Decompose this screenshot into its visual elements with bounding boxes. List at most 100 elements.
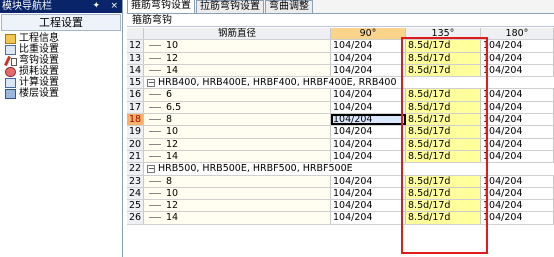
diameter-cell[interactable]: 14 xyxy=(144,212,331,224)
hook-135-cell[interactable]: 8.5d/17d xyxy=(406,200,481,212)
table-row[interactable]: 17 6.5 104/204 8.5d/17d 104/204 xyxy=(127,101,554,115)
hook-90-cell[interactable]: 104/204 xyxy=(331,187,406,200)
hook-135-cell[interactable]: 8.5d/17d xyxy=(406,52,481,64)
nav-item-loss-settings[interactable]: 损耗设置 xyxy=(5,66,122,77)
row-number-cell[interactable]: 16 xyxy=(127,89,144,101)
row-number-cell[interactable]: 17 xyxy=(127,101,144,114)
diameter-cell[interactable]: 6 xyxy=(144,89,331,101)
hook-180-cell[interactable]: 104/204 xyxy=(481,40,554,52)
row-number-cell[interactable]: 22 xyxy=(127,163,144,175)
table-row[interactable]: 13 12 104/204 8.5d/17d 104/204 xyxy=(127,52,554,65)
tab-tie-hook[interactable]: 拉筋弯钩设置 xyxy=(196,0,264,13)
group-cell[interactable]: − HRB400, HRB400E, HRBF400, HRBF400E, RRB… xyxy=(144,77,554,89)
table-row[interactable]: 12 10 104/204 8.5d/17d 104/204 xyxy=(127,40,554,53)
hook-90-cell[interactable]: 104/204 xyxy=(331,126,406,138)
row-number-cell[interactable]: 18 xyxy=(127,114,144,126)
hook-135-cell[interactable]: 8.5d/17d xyxy=(406,150,481,163)
hook-90-cell[interactable]: 104/204 xyxy=(331,200,406,212)
hook-135-cell[interactable]: 8.5d/17d xyxy=(406,114,481,126)
diameter-cell[interactable]: 14 xyxy=(144,64,331,77)
hook-90-cell[interactable]: 104/204 xyxy=(331,138,406,150)
table-group-row[interactable]: 15− HRB400, HRB400E, HRBF400, HRBF400E, R… xyxy=(127,77,554,90)
hook-135-cell[interactable]: 8.5d/17d xyxy=(406,101,481,114)
header-diameter[interactable]: 钢筋直径 xyxy=(144,28,331,40)
table-row[interactable]: 16 6 104/204 8.5d/17d 104/204 xyxy=(127,89,554,102)
hook-180-cell[interactable]: 104/204 xyxy=(481,101,554,114)
hook-90-cell[interactable]: 104/204 xyxy=(331,175,406,187)
table-group-row[interactable]: 22− HRB500, HRB500E, HRBF500, HRBF500E xyxy=(127,163,554,176)
close-icon[interactable]: × xyxy=(110,0,118,13)
hook-135-cell[interactable]: 8.5d/17d xyxy=(406,40,481,52)
diameter-cell[interactable]: 12 xyxy=(144,52,331,64)
hook-180-cell[interactable]: 104/204 xyxy=(481,187,554,200)
row-number-cell[interactable]: 23 xyxy=(127,175,144,187)
hook-180-cell[interactable]: 104/204 xyxy=(481,64,554,77)
table-row[interactable]: 23 8 104/204 8.5d/17d 104/204 xyxy=(127,175,554,188)
header-180-degree[interactable]: 180° xyxy=(481,28,554,40)
diameter-cell[interactable]: 12 xyxy=(144,138,331,150)
hook-180-cell[interactable]: 104/204 xyxy=(481,150,554,163)
table-row[interactable]: 14 14 104/204 8.5d/17d 104/204 xyxy=(127,64,554,78)
table-row[interactable]: 20 12 104/204 8.5d/17d 104/204 xyxy=(127,138,554,151)
diameter-cell[interactable]: 10 xyxy=(144,40,331,52)
row-number-cell[interactable]: 26 xyxy=(127,212,144,224)
hook-90-cell[interactable]: 104/204 xyxy=(331,89,406,101)
table-row[interactable]: 24 10 104/204 8.5d/17d 104/204 xyxy=(127,187,554,201)
header-90-degree[interactable]: 90° xyxy=(331,28,406,40)
row-number-cell[interactable]: 19 xyxy=(127,126,144,138)
hook-135-cell[interactable]: 8.5d/17d xyxy=(406,212,481,224)
tab-bend-adjust[interactable]: 弯曲调整 xyxy=(265,0,313,13)
hook-180-cell[interactable]: 104/204 xyxy=(481,114,554,126)
diameter-cell[interactable]: 14 xyxy=(144,150,331,163)
hook-180-cell[interactable]: 104/204 xyxy=(481,126,554,138)
hook-135-cell[interactable]: 8.5d/17d xyxy=(406,89,481,101)
row-number-cell[interactable]: 24 xyxy=(127,187,144,200)
pin-icon[interactable]: ✦ xyxy=(92,0,100,13)
hook-180-cell[interactable]: 104/204 xyxy=(481,200,554,212)
diameter-cell[interactable]: 10 xyxy=(144,187,331,200)
table-row[interactable]: 18 8 104/204 8.5d/17d 104/204 xyxy=(127,114,554,127)
group-cell[interactable]: − HRB500, HRB500E, HRBF500, HRBF500E xyxy=(144,163,554,175)
diameter-cell[interactable]: 12 xyxy=(144,200,331,212)
row-number-cell[interactable]: 20 xyxy=(127,138,144,150)
table-row[interactable]: 26 14 104/204 8.5d/17d 104/204 xyxy=(127,212,554,225)
hook-180-cell[interactable]: 104/204 xyxy=(481,89,554,101)
hook-135-cell[interactable]: 8.5d/17d xyxy=(406,187,481,200)
nav-item-floor-settings[interactable]: 楼层设置 xyxy=(5,88,122,99)
table-row[interactable]: 19 10 104/204 8.5d/17d 104/204 xyxy=(127,126,554,139)
row-number-cell[interactable]: 14 xyxy=(127,64,144,77)
row-number-cell[interactable]: 12 xyxy=(127,40,144,52)
nav-item-hook-settings[interactable]: 弯钩设置 xyxy=(5,55,122,66)
hook-90-cell[interactable]: 104/204 xyxy=(331,114,406,126)
hook-135-cell[interactable]: 8.5d/17d xyxy=(406,64,481,77)
nav-section-header[interactable]: 工程设置 xyxy=(1,14,121,31)
hook-135-cell[interactable]: 8.5d/17d xyxy=(406,126,481,138)
hook-180-cell[interactable]: 104/204 xyxy=(481,52,554,64)
hook-180-cell[interactable]: 104/204 xyxy=(481,138,554,150)
hook-180-cell[interactable]: 104/204 xyxy=(481,175,554,187)
diameter-cell[interactable]: 8 xyxy=(144,175,331,187)
nav-item-calc-settings[interactable]: 计算设置 xyxy=(5,77,122,88)
header-135-degree[interactable]: 135° xyxy=(406,28,481,40)
hook-90-cell[interactable]: 104/204 xyxy=(331,101,406,114)
hook-90-cell[interactable]: 104/204 xyxy=(331,150,406,163)
row-number-cell[interactable]: 15 xyxy=(127,77,144,89)
table-row[interactable]: 25 12 104/204 8.5d/17d 104/204 xyxy=(127,200,554,213)
hook-180-cell[interactable]: 104/204 xyxy=(481,212,554,224)
hook-135-cell[interactable]: 8.5d/17d xyxy=(406,175,481,187)
hook-90-cell[interactable]: 104/204 xyxy=(331,64,406,77)
diameter-cell[interactable]: 10 xyxy=(144,126,331,138)
diameter-cell[interactable]: 6.5 xyxy=(144,101,331,114)
collapse-icon[interactable]: − xyxy=(147,78,155,87)
row-number-cell[interactable]: 21 xyxy=(127,150,144,163)
collapse-icon[interactable]: − xyxy=(147,164,155,173)
diameter-cell[interactable]: 8 xyxy=(144,114,331,126)
nav-item-ratio-settings[interactable]: 比重设置 xyxy=(5,44,122,55)
row-number-cell[interactable]: 13 xyxy=(127,52,144,64)
hook-90-cell[interactable]: 104/204 xyxy=(331,52,406,64)
table-row[interactable]: 21 14 104/204 8.5d/17d 104/204 xyxy=(127,150,554,164)
row-number-cell[interactable]: 25 xyxy=(127,200,144,212)
nav-item-project-info[interactable]: 工程信息 xyxy=(5,33,122,44)
hook-135-cell[interactable]: 8.5d/17d xyxy=(406,138,481,150)
tab-stirrup-hook[interactable]: 箍筋弯钩设置 xyxy=(127,0,195,13)
